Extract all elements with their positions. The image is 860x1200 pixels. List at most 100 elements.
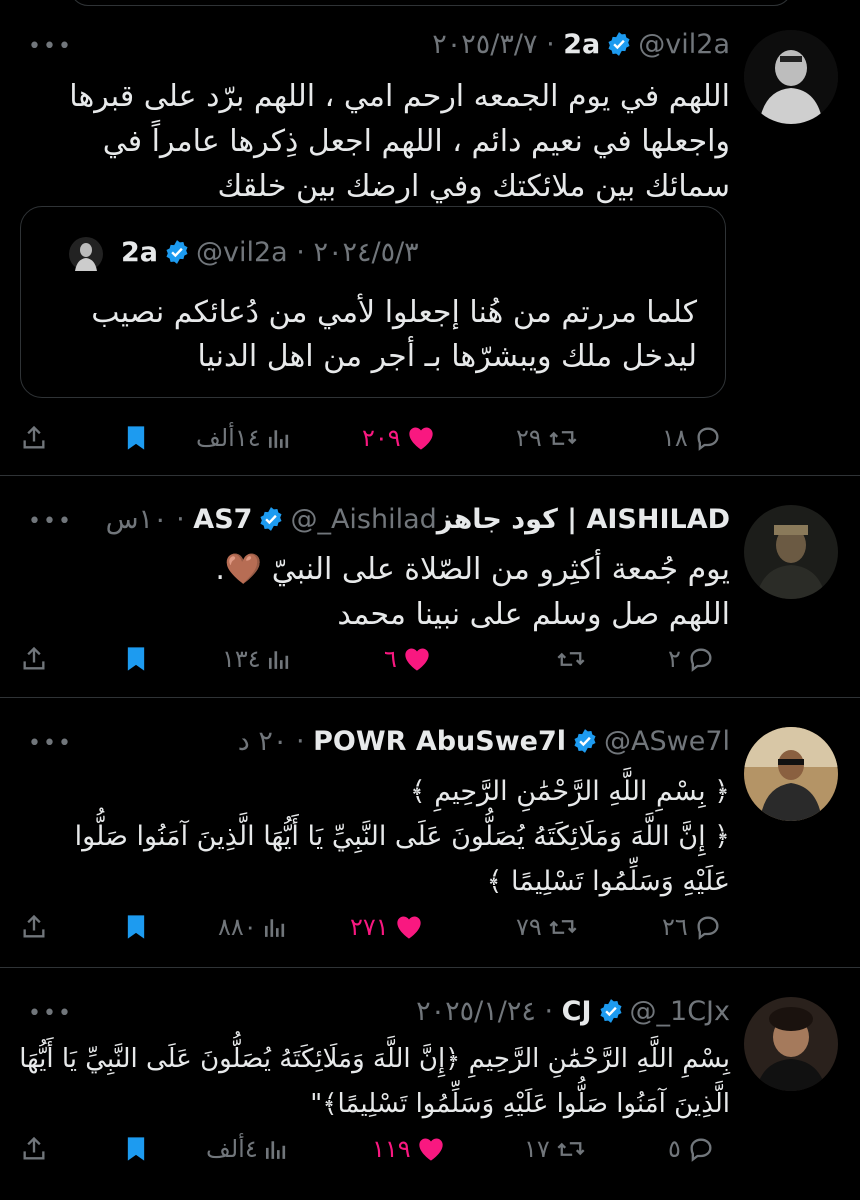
views-count: ١٤ألف	[196, 424, 261, 452]
bookmark-icon	[124, 913, 148, 941]
like-icon	[417, 1136, 445, 1162]
reply-icon	[687, 1135, 715, 1163]
more-options-icon[interactable]: •••	[28, 1001, 73, 1026]
action-bar: ٢٦ ٧٩ ٢٧١ ٨٨٠	[0, 907, 860, 947]
reply-icon	[694, 424, 722, 452]
views-icon	[264, 1138, 286, 1160]
author-name[interactable]: 2a	[563, 29, 600, 60]
text-line: الَّذِينَ آمَنُوا صَلُّوا عَلَيْهِ وَسَل…	[310, 1089, 730, 1119]
avatar-image	[744, 30, 838, 124]
share-icon	[20, 913, 48, 941]
avatar[interactable]	[744, 30, 838, 124]
tweet-header: CJ@_1CJx · ٢٠٢٥/١/٢٤	[416, 995, 730, 1029]
author-name[interactable]: CJ	[562, 996, 592, 1027]
text-line: يوم جُمعة أكثِرو من الصّلاة على النبيّ 🤎…	[215, 552, 730, 587]
tweet-2[interactable]: AISHILAD | كود جاهزAS7@_Aishilad · ١٠س •…	[0, 475, 860, 698]
avatar[interactable]	[744, 727, 838, 821]
retweet-count: ٧٩	[516, 913, 542, 941]
retweet-icon	[548, 913, 578, 941]
reply-count: ١٨	[662, 424, 688, 452]
text-line: ﴿ بِسْمِ اللَّهِ الرَّحْمَٰنِ الرَّحِيمِ…	[409, 776, 730, 807]
views-button[interactable]: ١٣٤	[222, 639, 289, 679]
views-count: ٤ألف	[206, 1135, 258, 1163]
action-bar: ١٨ ٢٩ ٢٠٩ ١٤ألف	[0, 418, 860, 458]
like-button[interactable]: ٢٧١	[350, 907, 423, 947]
share-button[interactable]	[20, 639, 48, 679]
like-button[interactable]: ٢٠٩	[362, 418, 435, 458]
more-options-icon[interactable]: •••	[28, 731, 73, 756]
text-line: اللهم صل وسلم على نبينا محمد	[337, 597, 730, 632]
like-button[interactable]: ٦	[384, 639, 431, 679]
quote-text: كلما مررتم من هُنا إجعلوا لأمي من دُعائك…	[91, 291, 697, 379]
quote-header: 2a @vil2a · ٢٠٢٤/٥/٣	[121, 237, 419, 272]
reply-count: ٢	[668, 645, 681, 673]
retweet-button[interactable]: ٢٩	[516, 418, 578, 458]
retweet-button[interactable]: ١٧	[524, 1129, 586, 1169]
bookmark-button[interactable]	[124, 1129, 148, 1169]
text-line: كلما مررتم من هُنا إجعلوا لأمي من دُعائك…	[91, 295, 697, 330]
tweet-header: AISHILAD | كود جاهزAS7@_Aishilad · ١٠س	[106, 503, 730, 537]
like-button[interactable]: ١١٩	[372, 1129, 445, 1169]
avatar-image	[744, 505, 838, 599]
views-icon	[267, 648, 289, 670]
text-line: سمائك بين ملائكتك وفي ارضك بين خلقك	[217, 169, 730, 204]
text-line: بِسْمِ اللَّهِ الرَّحْمَٰنِ الرَّحِيمِ ﴿…	[19, 1044, 730, 1074]
share-icon	[20, 645, 48, 673]
like-count: ٦	[384, 645, 397, 673]
reply-count: ٢٦	[662, 913, 688, 941]
like-count: ٢٧١	[350, 913, 389, 941]
verified-badge-icon	[598, 998, 624, 1033]
share-button[interactable]	[20, 1129, 48, 1169]
reply-button[interactable]: ٢٦	[662, 907, 722, 947]
views-count: ١٣٤	[222, 645, 261, 673]
retweet-count: ١٧	[524, 1135, 550, 1163]
avatar[interactable]	[744, 997, 838, 1091]
avatar-image	[744, 997, 838, 1091]
author-name[interactable]: POWR AbuSwe7l	[313, 726, 566, 757]
avatar[interactable]	[744, 505, 838, 599]
share-button[interactable]	[20, 907, 48, 947]
reply-count: ٥	[668, 1135, 681, 1163]
bookmark-button[interactable]	[124, 639, 148, 679]
text-line: ﴿ إِنَّ اللَّهَ وَمَلَائِكَتَهُ يُصَلُّو…	[74, 821, 730, 852]
retweet-icon	[556, 645, 586, 673]
bookmark-button[interactable]	[124, 907, 148, 947]
views-icon	[263, 916, 285, 938]
action-bar: ٢ ٦ ١٣٤	[0, 639, 860, 679]
bookmark-button[interactable]	[124, 418, 148, 458]
text-line: واجعلها في نعيم دائم ، اللهم اجعل ذِكرها…	[102, 124, 730, 159]
text-line: عَلَيْهِ وَسَلِّمُوا تَسْلِيمًا ﴾	[486, 866, 730, 897]
avatar-image	[744, 727, 838, 821]
retweet-count: ٢٩	[516, 424, 542, 452]
quote-handle-date: @vil2a · ٢٠٢٤/٥/٣	[196, 237, 419, 268]
views-icon	[267, 427, 289, 449]
verified-badge-icon	[258, 506, 284, 541]
retweet-button[interactable]: ٧٩	[516, 907, 578, 947]
views-button[interactable]: ٤ألف	[206, 1129, 286, 1169]
verified-badge-icon	[606, 31, 632, 66]
reply-icon	[687, 645, 715, 673]
reply-button[interactable]: ٢	[668, 639, 715, 679]
share-button[interactable]	[20, 418, 48, 458]
more-options-icon[interactable]: •••	[28, 34, 73, 59]
views-button[interactable]: ٨٨٠	[218, 907, 285, 947]
more-options-icon[interactable]: •••	[28, 509, 73, 534]
tweet-text: يوم جُمعة أكثِرو من الصّلاة على النبيّ 🤎…	[215, 547, 730, 637]
tweet-text: اللهم في يوم الجمعه ارحم امي ، اللهم برّ…	[69, 74, 730, 209]
views-button[interactable]: ١٤ألف	[196, 418, 289, 458]
quoted-tweet[interactable]: 2a @vil2a · ٢٠٢٤/٥/٣ كلما مررتم من هُنا إ…	[20, 206, 726, 398]
tweet-4[interactable]: CJ@_1CJx · ٢٠٢٥/١/٢٤ ••• بِسْمِ اللَّهِ …	[0, 967, 860, 1200]
reply-icon	[694, 913, 722, 941]
reply-button[interactable]: ١٨	[662, 418, 722, 458]
tweet-3[interactable]: POWR AbuSwe7l@ASwe7l · ٢٠ د ••• ﴿ بِسْمِ…	[0, 697, 860, 968]
like-icon	[395, 914, 423, 940]
tweet-header: 2a@vil2a · ٢٠٢٥/٣/٧	[432, 28, 730, 62]
retweet-icon	[556, 1135, 586, 1163]
reply-button[interactable]: ٥	[668, 1129, 715, 1169]
retweet-icon	[548, 424, 578, 452]
quote-avatar-image	[75, 243, 97, 271]
retweet-button[interactable]	[550, 639, 586, 679]
views-count: ٨٨٠	[218, 913, 257, 941]
quote-avatar	[69, 237, 103, 271]
tweet-1[interactable]: 2a@vil2a · ٢٠٢٥/٣/٧ ••• اللهم في يوم الج…	[0, 0, 860, 476]
